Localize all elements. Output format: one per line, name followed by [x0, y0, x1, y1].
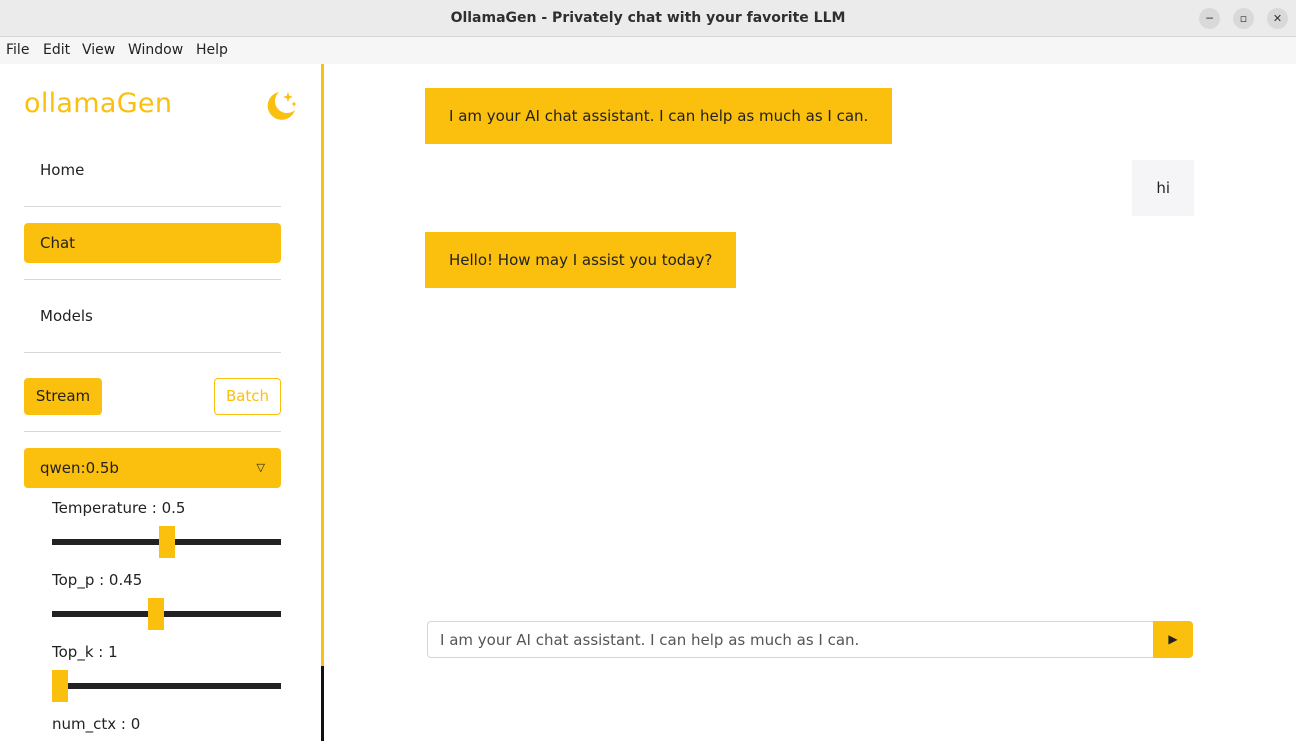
- stream-button[interactable]: Stream: [24, 378, 102, 415]
- batch-button[interactable]: Batch: [214, 378, 281, 415]
- send-button[interactable]: ▶: [1153, 621, 1193, 658]
- chat-input[interactable]: [427, 621, 1154, 658]
- close-icon[interactable]: ✕: [1267, 8, 1288, 29]
- top-p-slider-handle[interactable]: [147, 598, 164, 630]
- menu-help[interactable]: Help: [196, 37, 228, 64]
- menubar: File Edit View Window Help: [0, 37, 1296, 64]
- nav-home[interactable]: Home: [24, 150, 281, 190]
- temperature-slider-handle[interactable]: [158, 526, 175, 558]
- minimize-icon[interactable]: ─: [1199, 8, 1220, 29]
- nav-models[interactable]: Models: [24, 296, 281, 336]
- top-k-label: Top_k : 1: [52, 643, 118, 661]
- model-select[interactable]: qwen:0.5b ▽: [24, 448, 281, 488]
- menu-file[interactable]: File: [6, 37, 29, 64]
- app-logo: ollamaGen: [24, 88, 173, 119]
- nav-chat[interactable]: Chat: [24, 223, 281, 263]
- nav-divider: [24, 279, 281, 280]
- temperature-label: Temperature : 0.5: [52, 499, 186, 517]
- sidebar-divider-bottom: [321, 666, 324, 741]
- window-title: OllamaGen - Privately chat with your fav…: [450, 10, 846, 26]
- play-icon: ▶: [1168, 632, 1178, 646]
- top-k-slider-track[interactable]: [52, 683, 281, 689]
- user-message: hi: [1132, 160, 1194, 216]
- chevron-down-icon: ▽: [256, 461, 265, 474]
- assistant-message: I am your AI chat assistant. I can help …: [425, 88, 893, 144]
- moon-stars-icon[interactable]: [262, 88, 300, 126]
- menu-edit[interactable]: Edit: [43, 37, 70, 64]
- top-p-label: Top_p : 0.45: [52, 571, 143, 589]
- num-ctx-label: num_ctx : 0: [52, 715, 141, 733]
- nav-divider: [24, 206, 281, 207]
- sidebar-divider: [321, 64, 324, 666]
- model-select-value: qwen:0.5b: [40, 459, 119, 477]
- maximize-icon[interactable]: ▫: [1233, 8, 1254, 29]
- menu-view[interactable]: View: [82, 37, 115, 64]
- window-titlebar: OllamaGen - Privately chat with your fav…: [0, 0, 1296, 37]
- nav-divider: [24, 352, 281, 353]
- top-k-slider-handle[interactable]: [52, 670, 68, 702]
- mode-divider: [24, 431, 281, 432]
- top-p-slider-track[interactable]: [52, 611, 281, 617]
- assistant-message: Hello! How may I assist you today?: [425, 232, 737, 288]
- menu-window[interactable]: Window: [128, 37, 183, 64]
